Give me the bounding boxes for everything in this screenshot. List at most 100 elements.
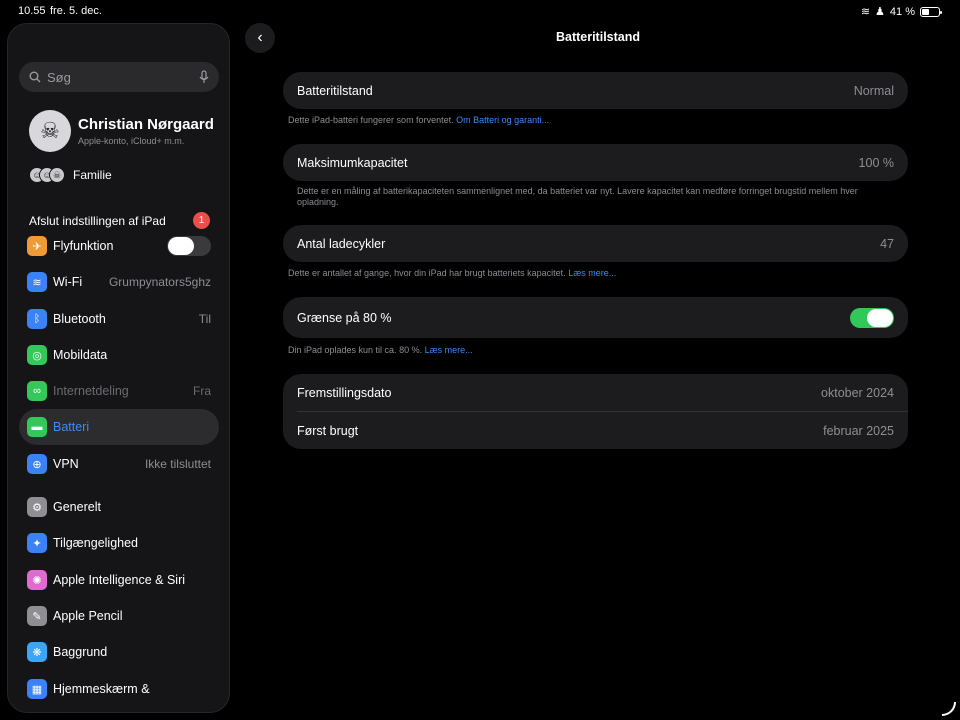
- back-button[interactable]: ‹: [245, 23, 275, 53]
- sidebar: Søg ☠ Christian Nørgaard Apple-konto, iC…: [7, 23, 230, 713]
- siri-icon: ✺: [27, 570, 47, 590]
- sidebar-item-label: Generelt: [53, 500, 101, 514]
- pencil-icon: ✎: [27, 606, 47, 626]
- battery-icon: ▬: [27, 417, 47, 437]
- toggle-knob: [168, 237, 194, 255]
- sidebar-item-bluetooth[interactable]: ᛒ Bluetooth Til: [19, 301, 219, 337]
- cycles-footer: Dette er antallet af gange, hvor din iPa…: [288, 268, 898, 279]
- manufacture-date-label: Fremstillingsdato: [297, 385, 392, 400]
- airplane-icon: ✈: [27, 236, 47, 256]
- sidebar-item-wi-fi[interactable]: ≋ Wi-Fi Grumpynators5ghz: [19, 264, 219, 300]
- wallpaper-icon: ❋: [27, 642, 47, 662]
- sidebar-item-label: VPN: [53, 457, 79, 471]
- finish-setup-label: Afslut indstillingen af iPad: [29, 213, 166, 228]
- sidebar-item-label: Flyfunktion: [53, 239, 114, 253]
- sidebar-item-label: Apple Pencil: [53, 609, 123, 623]
- capacity-card: Maksimumkapacitet 100 %: [283, 144, 908, 181]
- manufacture-date-row: Fremstillingsdato oktober 2024: [283, 374, 908, 411]
- battery-health-label: Batteritilstand: [297, 83, 373, 98]
- capacity-row: Maksimumkapacitet 100 %: [283, 144, 908, 181]
- avatar: ☠: [29, 110, 71, 152]
- sidebar-item-label: Hjemmeskærm &: [53, 682, 150, 696]
- sidebar-item-value: Ikke tilsluttet: [144, 457, 211, 471]
- sidebar-item-label: Baggrund: [53, 645, 108, 659]
- vpn-icon: ⊕: [27, 454, 47, 474]
- search-icon: [29, 71, 41, 83]
- sidebar-item-batteri[interactable]: ▬ Batteri: [19, 409, 219, 445]
- profile-name: Christian Nørgaard: [78, 116, 214, 133]
- sidebar-item-hjemmeskærm[interactable]: ▦ Hjemmeskærm &: [19, 671, 219, 707]
- battery-level: [922, 8, 929, 15]
- homescreen-icon: ▦: [27, 679, 47, 699]
- search-field[interactable]: Søg: [19, 62, 219, 92]
- airplane-mode-toggle[interactable]: [167, 236, 211, 256]
- first-use-label: Først brugt: [297, 423, 359, 438]
- sidebar-item-baggrund[interactable]: ❋ Baggrund: [19, 634, 219, 670]
- family-label: Familie: [73, 168, 112, 182]
- capacity-footer: Dette er en måling af batterikapaciteten…: [297, 186, 858, 207]
- first-use-value: februar 2025: [823, 423, 894, 438]
- capacity-value: 100 %: [858, 155, 894, 170]
- chevron-left-icon: ‹: [257, 29, 263, 46]
- cycles-card: Antal ladecykler 47: [283, 225, 908, 262]
- sidebar-item-label: Wi-Fi: [53, 275, 83, 289]
- sidebar-item-apple-pencil[interactable]: ✎ Apple Pencil: [19, 598, 219, 634]
- sidebar-item-label: Internetdeling: [53, 384, 129, 398]
- battery-status-icon: [920, 6, 942, 17]
- page-title: Batteritilstand: [555, 30, 641, 44]
- sidebar-item-value: Grumpynators5ghz: [108, 275, 211, 289]
- sidebar-item-label: Apple Intelligence & Siri: [53, 573, 186, 587]
- person-icon: ♟: [875, 6, 885, 18]
- sidebar-item-generelt[interactable]: ⚙ Generelt: [19, 489, 219, 525]
- wifi-status-icon: ≋: [860, 6, 871, 18]
- finish-setup-row[interactable]: Afslut indstillingen af iPad 1: [29, 212, 210, 229]
- toggle-knob: [867, 308, 893, 327]
- search-placeholder: Søg: [47, 69, 71, 85]
- sidebar-item-internetdeling[interactable]: ∞ Internetdeling Fra: [19, 373, 219, 409]
- sidebar-item-value: Til: [198, 312, 211, 326]
- status-right: ≋ ♟ 41 %: [860, 5, 942, 18]
- cycles-footer-text: Dette er antallet af gange, hvor din iPa…: [288, 268, 566, 278]
- antenna-icon: ◎: [27, 345, 47, 365]
- sidebar-item-mobildata[interactable]: ◎ Mobildata: [19, 337, 219, 373]
- bluetooth-icon: ᛒ: [27, 309, 47, 329]
- battery-health-footer-text: Dette iPad-batteri fungerer som forvente…: [288, 115, 454, 125]
- family-avatar: ☠: [49, 167, 65, 183]
- cycles-value: 47: [880, 236, 894, 251]
- limit-read-more-link[interactable]: Læs mere...: [425, 345, 473, 355]
- limit-footer: Din iPad oplades kun til ca. 80 %. Læs m…: [288, 345, 898, 356]
- battery-health-footer: Dette iPad-batteri fungerer som forvente…: [288, 115, 898, 126]
- manufacture-date-value: oktober 2024: [821, 385, 894, 400]
- limit-footer-text: Din iPad oplades kun til ca. 80 %.: [288, 345, 423, 355]
- corner-indicator: [942, 702, 956, 716]
- battery-percent: 41 %: [889, 5, 915, 18]
- sidebar-item-label: Bluetooth: [53, 312, 106, 326]
- accessibility-icon: ✦: [27, 533, 47, 553]
- status-date: fre. 5. dec.: [50, 5, 102, 17]
- sidebar-item-value: Fra: [193, 384, 211, 398]
- profile-subtitle: Apple-konto, iCloud+ m.m.: [78, 136, 185, 146]
- battery-health-card: Batteritilstand Normal: [283, 72, 908, 109]
- family-row[interactable]: ☺ ☺ ☠ Familie: [29, 167, 112, 183]
- sidebar-item-apple-intelligence-siri[interactable]: ✺ Apple Intelligence & Siri: [19, 562, 219, 598]
- wifi-icon: ≋: [27, 272, 47, 292]
- microphone-icon[interactable]: [199, 70, 209, 84]
- sidebar-item-tilgængelighed[interactable]: ✦ Tilgængelighed: [19, 525, 219, 561]
- first-use-row: Først brugt februar 2025: [283, 412, 908, 449]
- limit-toggle[interactable]: [850, 307, 894, 328]
- battery-health-row: Batteritilstand Normal: [283, 72, 908, 109]
- cycles-read-more-link[interactable]: Læs mere...: [568, 268, 616, 278]
- about-battery-link[interactable]: Om Batteri og garanti...: [456, 115, 549, 125]
- sidebar-item-vpn[interactable]: ⊕ VPN Ikke tilsluttet: [19, 446, 219, 482]
- notification-badge: 1: [193, 212, 210, 229]
- profile-row[interactable]: ☠ Christian Nørgaard Apple-konto, iCloud…: [29, 110, 214, 152]
- cycles-row: Antal ladecykler 47: [283, 225, 908, 262]
- sidebar-item-label: Batteri: [53, 420, 90, 434]
- gear-icon: ⚙: [27, 497, 47, 517]
- limit-row: Grænse på 80 %: [283, 297, 908, 338]
- battery-health-value: Normal: [853, 83, 894, 98]
- sidebar-item-flyfunktion[interactable]: ✈ Flyfunktion: [19, 228, 219, 264]
- limit-card: Grænse på 80 %: [283, 297, 908, 338]
- limit-label: Grænse på 80 %: [297, 310, 392, 325]
- cycles-label: Antal ladecykler: [297, 236, 386, 251]
